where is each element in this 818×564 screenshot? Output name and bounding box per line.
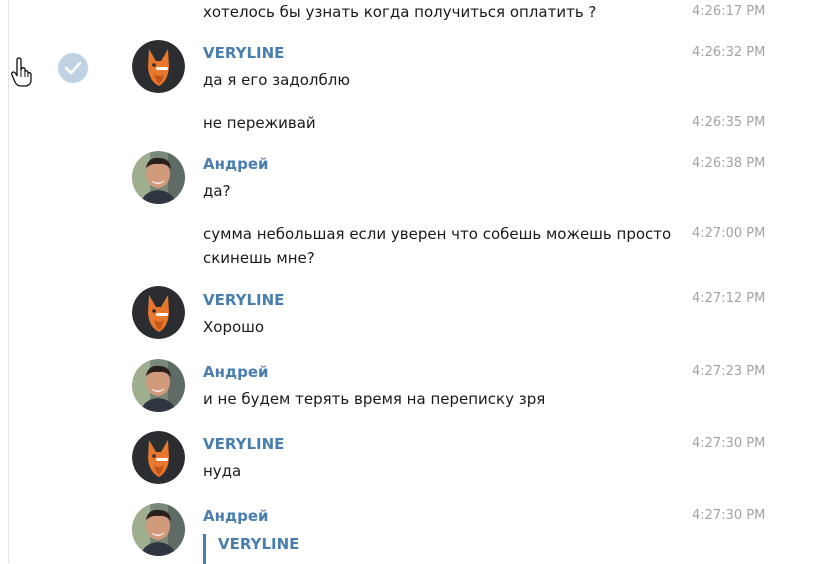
message-text: сумма небольшая если уверен что собешь м… [203, 225, 672, 243]
message-time: 4:27:12 PM [692, 291, 766, 306]
man-avatar[interactable] [132, 151, 185, 204]
reply-author-name[interactable]: VERYLINE [218, 535, 299, 553]
message-time: 4:27:30 PM [692, 508, 766, 523]
message-text: и не будем терять время на переписку зря [203, 390, 546, 408]
fox-avatar[interactable] [132, 40, 185, 93]
checkmark-icon [64, 61, 82, 75]
message-time: 4:26:38 PM [692, 156, 766, 171]
reply-quote-bar [203, 534, 206, 564]
message-text: да я его задолблю [203, 71, 350, 89]
message-text: Хорошо [203, 318, 265, 336]
author-name[interactable]: Андрей [203, 155, 269, 173]
message-time: 4:27:30 PM [692, 436, 766, 451]
author-name[interactable]: VERYLINE [203, 435, 284, 453]
message-time: 4:26:32 PM [692, 45, 766, 60]
message-time: 4:27:23 PM [692, 364, 766, 379]
author-name[interactable]: Андрей [203, 507, 269, 525]
man-avatar[interactable] [132, 503, 185, 556]
author-name[interactable]: Андрей [203, 363, 269, 381]
hand-pointer-icon [10, 56, 34, 88]
message-time: 4:26:17 PM [692, 4, 766, 19]
author-name[interactable]: VERYLINE [203, 291, 284, 309]
author-name[interactable]: VERYLINE [203, 44, 284, 62]
message-text: хотелось бы узнать когда получиться опла… [203, 3, 597, 21]
chat-left-border [8, 0, 9, 563]
message-text: не переживай [203, 114, 316, 132]
message-selected-check[interactable] [58, 53, 88, 83]
fox-avatar[interactable] [132, 286, 185, 339]
message-text: да? [203, 182, 231, 200]
message-time: 4:26:35 PM [692, 115, 766, 130]
fox-avatar[interactable] [132, 431, 185, 484]
message-text: нуда [203, 462, 242, 480]
message-text: скинешь мне? [203, 249, 315, 267]
man-avatar[interactable] [132, 359, 185, 412]
message-time: 4:27:00 PM [692, 226, 766, 241]
